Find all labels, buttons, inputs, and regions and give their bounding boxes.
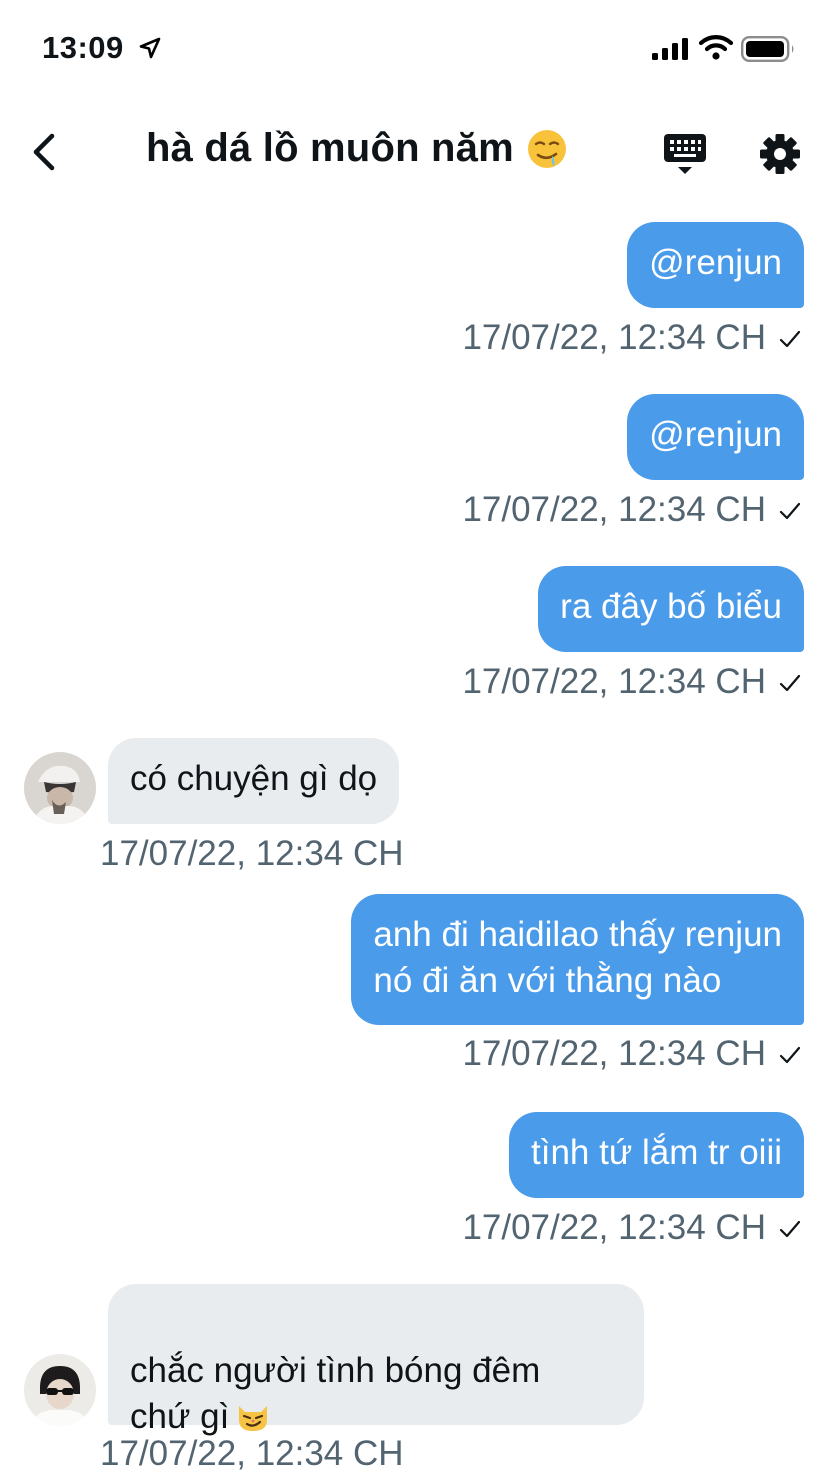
- check-icon: [779, 1046, 801, 1064]
- message-timestamp: 17/07/22, 12:34 CH: [100, 834, 404, 873]
- conversation-title-group[interactable]: hà dá lồ muôn năm: [146, 126, 568, 171]
- message-incoming: chắc người tình bóng đêm chứ gì 17/07/22…: [100, 1284, 708, 1480]
- message-timestamp: 17/07/22, 12:34 CH: [100, 1434, 404, 1473]
- message-timestamp: 17/07/22, 12:34 CH: [462, 1208, 766, 1247]
- conversation-title: hà dá lồ muôn năm: [146, 126, 514, 170]
- message-outgoing: anh đi haidilao thấy renjun nó đi ăn với…: [0, 894, 804, 1074]
- keyboard-icon[interactable]: [662, 132, 708, 178]
- back-chevron-icon[interactable]: [26, 130, 66, 174]
- conversation-header: hà dá lồ muôn năm: [0, 108, 828, 198]
- check-icon: [779, 502, 801, 520]
- status-time: 13:09: [42, 30, 124, 65]
- status-bar: 13:09: [0, 0, 828, 96]
- check-icon: [779, 330, 801, 348]
- message-bubble[interactable]: @renjun: [627, 222, 804, 308]
- location-arrow-icon: [139, 37, 161, 59]
- message-bubble[interactable]: tình tứ lắm tr oiii: [509, 1112, 804, 1198]
- avatar[interactable]: [24, 1354, 96, 1426]
- message-bubble[interactable]: có chuyện gì dọ: [108, 738, 400, 824]
- message-bubble[interactable]: @renjun: [627, 394, 804, 480]
- message-text: chắc người tình bóng đêm chứ gì: [130, 1351, 541, 1436]
- message-timestamp: 17/07/22, 12:34 CH: [462, 490, 766, 529]
- message-incoming: có chuyện gì dọ 17/07/22, 12:34 CH: [100, 738, 708, 874]
- message-outgoing: tình tứ lắm tr oiii 17/07/22, 12:34 CH: [0, 1112, 804, 1247]
- message-timestamp: 17/07/22, 12:34 CH: [462, 318, 766, 357]
- avatar[interactable]: [24, 752, 96, 824]
- check-icon: [779, 1220, 801, 1238]
- smirking-cat-emoji: [239, 1406, 268, 1431]
- signal-icon: [652, 38, 688, 60]
- message-bubble[interactable]: ra đây bố biểu: [538, 566, 804, 652]
- message-bubble[interactable]: chắc người tình bóng đêm chứ gì: [108, 1284, 644, 1436]
- check-icon: [779, 674, 801, 692]
- drooling-face-emoji: [527, 129, 566, 168]
- gear-icon[interactable]: [758, 132, 802, 176]
- message-timestamp: 17/07/22, 12:34 CH: [462, 662, 766, 701]
- message-bubble[interactable]: anh đi haidilao thấy renjun nó đi ăn với…: [351, 894, 804, 1025]
- message-outgoing: @renjun 17/07/22, 12:34 CH: [0, 394, 804, 529]
- message-outgoing: ra đây bố biểu 17/07/22, 12:34 CH: [0, 566, 804, 701]
- wifi-icon: [699, 35, 733, 60]
- message-timestamp: 17/07/22, 12:34 CH: [462, 1034, 766, 1073]
- message-outgoing: @renjun 17/07/22, 12:34 CH: [0, 222, 804, 357]
- battery-icon: [741, 36, 794, 62]
